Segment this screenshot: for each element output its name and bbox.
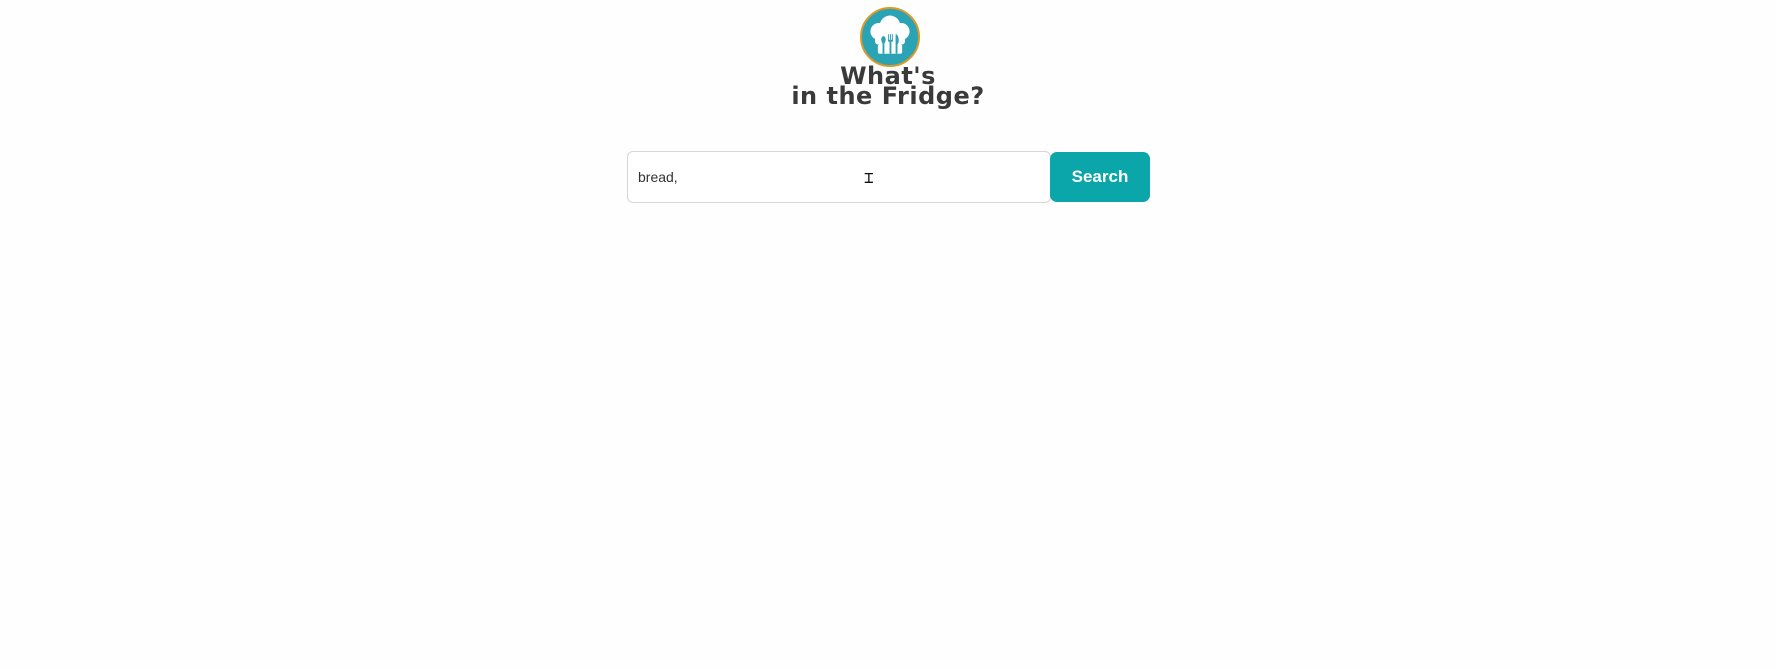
app-title: What's in the Fridge? <box>0 64 1776 110</box>
page: What's in the Fridge? Search ⌶ <box>0 0 1776 669</box>
ingredients-search-input[interactable] <box>627 151 1051 203</box>
search-form: Search <box>627 151 1150 203</box>
search-button[interactable]: Search <box>1050 152 1150 202</box>
chef-hat-utensils-icon <box>860 7 920 67</box>
app-title-line2: in the Fridge? <box>791 82 985 110</box>
